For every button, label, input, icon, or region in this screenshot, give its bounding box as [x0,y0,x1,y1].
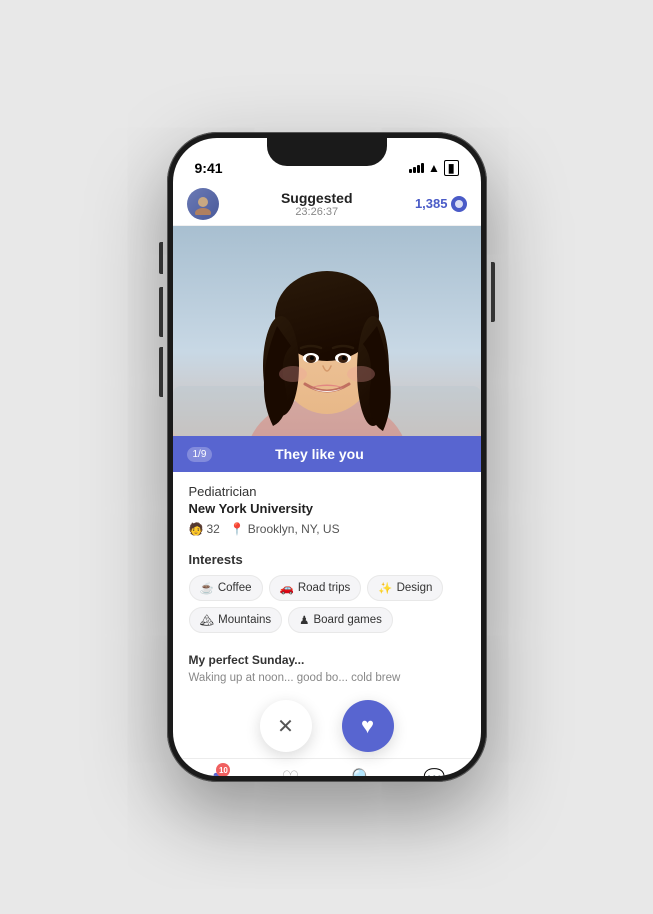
tab-bar: ♥ 10 Suggested ♡ Likes You 🔍 Discover � [173,758,481,776]
like-button[interactable]: ♥ [342,700,394,752]
road-trips-label: Road trips [298,582,350,594]
location-value: Brooklyn, NY, US [248,522,340,536]
battery-icon: ▮ [444,160,459,176]
header-center: Suggested 23:26:37 [281,190,353,218]
interests-row-1: ☕ Coffee 🚗 Road trips ✨ Design [189,575,465,601]
person-icon: 🧑 [189,522,204,536]
discover-search-icon: 🔍 [351,768,373,776]
wifi-icon: ▲ [428,161,440,175]
pass-icon: ✕ [277,714,294,739]
bio-snippet: My perfect Sunday... Waking up at noon..… [173,647,481,694]
profile-info: Pediatrician New York University 🧑 32 📍 … [173,472,481,544]
profile-job: Pediatrician [189,484,465,499]
tab-likes-icon-wrap: ♡ [282,766,300,776]
pass-button[interactable]: ✕ [260,700,312,752]
suggested-badge: 10 [216,763,230,776]
chats-bubble-icon: 💬 [423,768,445,776]
interests-label: Interests [189,552,465,567]
action-buttons: ✕ ♥ [173,694,481,758]
sparkle-icon: ✨ [378,581,392,595]
profile-photo[interactable] [173,226,481,436]
interest-mountains: 🏔 Mountains [189,607,283,633]
mountains-label: Mountains [218,614,271,626]
interest-design: ✨ Design [367,575,443,601]
likes-heart-icon: ♡ [282,768,300,776]
tab-discover-icon-wrap: 🔍 [351,768,373,776]
bio-text: Waking up at noon... good bo... cold bre… [189,670,465,686]
profile-photo-image [173,226,481,436]
coins-display[interactable]: 1,385 [415,196,467,212]
phone-frame: 9:41 ▲ ▮ Suggested [167,132,487,782]
app-header: Suggested 23:26:37 1,385 [173,182,481,226]
design-label: Design [397,582,433,594]
header-title: Suggested [281,190,353,206]
mountain-icon: 🏔 [200,613,215,627]
header-timer: 23:26:37 [281,206,353,218]
coffee-label: Coffee [218,582,252,594]
age-value: 32 [206,522,219,536]
car-icon: 🚗 [280,581,294,595]
status-icons: ▲ ▮ [409,160,459,176]
status-time: 9:41 [195,160,223,176]
location-detail: 📍 Brooklyn, NY, US [230,522,340,536]
silent-button [159,242,163,274]
tab-suggested[interactable]: ♥ 10 Suggested [194,767,244,776]
heart-icon: ♥ [361,713,374,739]
coin-icon [451,196,467,212]
bio-action-area: My perfect Sunday... Waking up at noon..… [173,647,481,758]
tab-likes-you[interactable]: ♡ Likes You [266,766,316,776]
interest-road-trips: 🚗 Road trips [269,575,362,601]
profile-school: New York University [189,501,465,516]
profile-details: 🧑 32 📍 Brooklyn, NY, US [189,522,465,536]
like-badge: 1/9 [187,447,213,462]
chess-icon: ♟ [299,613,309,627]
like-text: They like you [275,446,364,462]
notch [267,138,387,166]
power-button [491,262,495,322]
coins-amount: 1,385 [415,196,448,211]
volume-down-button [159,347,163,397]
interest-board-games: ♟ Board games [288,607,393,633]
like-banner: 1/9 They like you [173,436,481,472]
tab-suggested-icon-wrap: ♥ 10 [213,767,225,776]
tab-discover[interactable]: 🔍 Discover [338,768,388,776]
signal-icon [409,163,424,173]
interests-section: Interests ☕ Coffee 🚗 Road trips ✨ Design… [173,544,481,647]
avatar-image [192,193,214,215]
tab-chats[interactable]: 💬 Chats [410,768,460,776]
interests-row-2: 🏔 Mountains ♟ Board games [189,607,465,633]
coffee-icon: ☕ [200,581,214,595]
age-detail: 🧑 32 [189,522,220,536]
board-games-label: Board games [313,614,381,626]
bio-title: My perfect Sunday... [189,653,465,667]
tab-chats-icon-wrap: 💬 [423,768,445,776]
phone-screen: 9:41 ▲ ▮ Suggested [173,138,481,776]
interest-coffee: ☕ Coffee [189,575,263,601]
volume-up-button [159,287,163,337]
location-icon: 📍 [230,522,245,536]
user-avatar[interactable] [187,188,219,220]
